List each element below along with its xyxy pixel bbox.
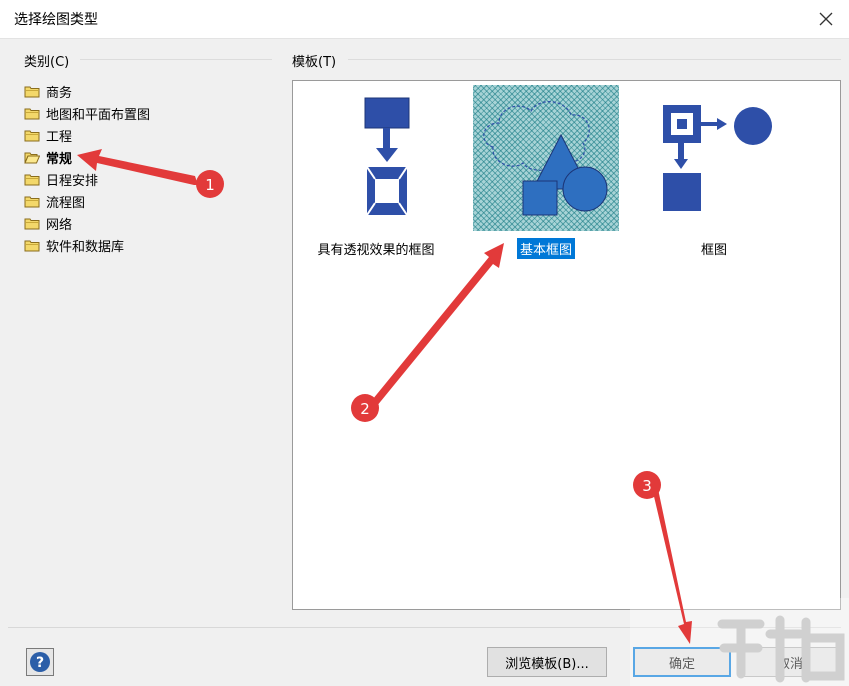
folder-icon [24,240,40,252]
template-item-perspective-block[interactable]: 具有透视效果的框图 [301,85,451,259]
template-thumbnail [641,85,787,231]
category-item-label: 常规 [46,151,73,167]
cancel-button[interactable]: 取消 [741,647,839,677]
block-diagram-icon [663,105,772,211]
folder-icon [24,196,40,208]
category-item-general[interactable]: 常规 [24,146,264,168]
template-list[interactable]: 具有透视效果的框图 基本框图 框图 [292,80,841,610]
folder-icon [24,218,40,230]
folder-icon [24,108,40,120]
dialog-titlebar: 选择绘图类型 [0,0,849,39]
template-label: 具有透视效果的框图 [317,243,435,258]
category-item-engineering[interactable]: 工程 [24,124,264,146]
category-item-label: 工程 [46,129,73,145]
folder-open-icon [24,152,40,164]
template-item-block[interactable]: 框图 [639,85,789,259]
category-item-label: 商务 [46,85,73,101]
help-icon: ? [30,652,50,672]
close-icon [819,12,833,26]
basic-block-diagram-icon [483,101,608,216]
category-item-software-database[interactable]: 软件和数据库 [24,234,264,256]
help-button[interactable]: ? [26,648,54,676]
perspective-block-diagram-icon [364,97,410,216]
template-thumbnail [303,85,449,231]
category-item-label: 地图和平面布置图 [46,107,151,123]
category-item-network[interactable]: 网络 [24,212,264,234]
category-item-label: 流程图 [46,195,86,211]
category-item-flowchart[interactable]: 流程图 [24,190,264,212]
category-group-label: 类别(C) [24,55,70,70]
category-item-label: 网络 [46,217,73,233]
template-label: 框图 [700,243,727,258]
category-item-label: 软件和数据库 [46,239,125,255]
template-group-label: 模板(T) [292,55,337,70]
browse-templates-button[interactable]: 浏览模板(B)... [487,647,607,677]
folder-icon [24,86,40,98]
footer-divider [8,627,841,628]
category-group-divider [80,59,272,60]
ok-button[interactable]: 确定 [633,647,731,677]
category-list[interactable]: 商务 地图和平面布置图 工程 常规 日程安排 流程图 网络 软件和数据库 [24,80,264,256]
category-item-label: 日程安排 [46,173,99,189]
template-group-divider [348,59,841,60]
category-item-schedule[interactable]: 日程安排 [24,168,264,190]
category-item-business[interactable]: 商务 [24,80,264,102]
template-item-basic-block[interactable]: 基本框图 [471,85,621,259]
svg-text:?: ? [36,655,44,671]
folder-icon [24,130,40,142]
close-button[interactable] [803,0,849,38]
template-thumbnail [473,85,619,231]
template-label: 基本框图 [516,238,575,259]
category-item-maps-floorplans[interactable]: 地图和平面布置图 [24,102,264,124]
dialog-title: 选择绘图类型 [14,12,98,28]
folder-icon [24,174,40,186]
